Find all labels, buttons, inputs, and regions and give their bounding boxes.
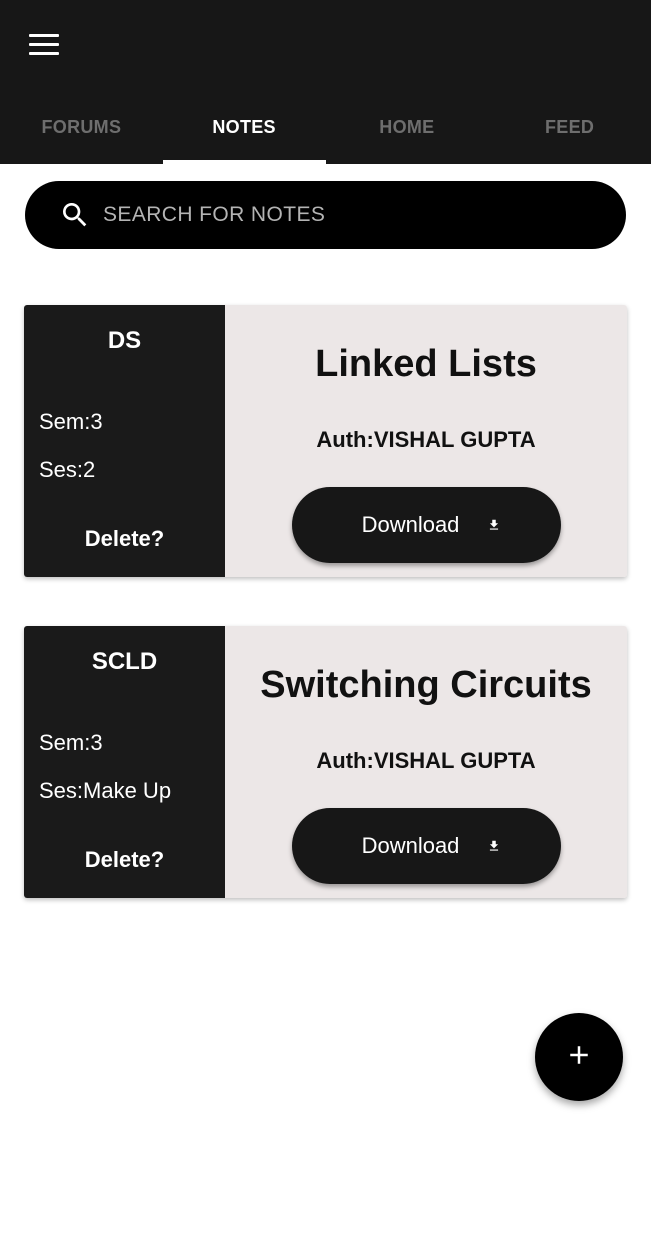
download-button-label: Download — [361, 512, 460, 537]
hamburger-menu-icon-bar — [29, 42, 59, 46]
download-button-label: Download — [361, 833, 460, 858]
note-card-main-panel: Linked Lists Auth:VISHAL GUPTA Download — [225, 305, 627, 577]
search-icon[interactable] — [59, 199, 91, 231]
note-subject: DS — [107, 327, 142, 354]
note-card-main-panel: Switching Circuits Auth:VISHAL GUPTA Dow… — [225, 626, 627, 898]
note-author: Auth:VISHAL GUPTA — [316, 748, 536, 773]
tab-bar: FORUMS NOTES HOME FEED — [0, 96, 651, 164]
note-card-info-panel: DS Sem:3 Ses:2 Delete? — [24, 305, 225, 577]
hamburger-menu-icon-bar — [29, 51, 59, 55]
note-title: Switching Circuits — [260, 664, 592, 706]
note-semester: Sem:3 — [39, 409, 103, 434]
note-author: Auth:VISHAL GUPTA — [316, 427, 536, 452]
tab-feed[interactable]: FEED — [488, 96, 651, 164]
app-bar: FORUMS NOTES HOME FEED — [0, 0, 651, 164]
menu-button[interactable] — [22, 26, 66, 62]
note-card-info-panel: SCLD Sem:3 Ses:Make Up Delete? — [24, 626, 225, 898]
tab-home[interactable]: HOME — [326, 96, 489, 164]
download-icon — [487, 518, 501, 532]
search-bar[interactable] — [25, 181, 626, 249]
note-title: Linked Lists — [315, 343, 537, 385]
tab-forums[interactable]: FORUMS — [0, 96, 163, 164]
note-session: Ses:Make Up — [39, 778, 172, 803]
note-card: DS Sem:3 Ses:2 Delete? Linked Lists Auth… — [24, 305, 627, 577]
delete-note-button[interactable]: Delete? — [24, 526, 225, 552]
note-session: Ses:2 — [39, 457, 96, 482]
hamburger-menu-icon — [29, 33, 59, 37]
download-button[interactable]: Download — [292, 808, 561, 884]
delete-note-button[interactable]: Delete? — [24, 847, 225, 873]
note-subject: SCLD — [91, 648, 158, 675]
note-semester: Sem:3 — [39, 730, 103, 755]
download-icon — [487, 839, 501, 853]
add-note-button[interactable] — [535, 1013, 623, 1101]
notes-screen: FORUMS NOTES HOME FEED DS Sem:3 Ses:2 De… — [0, 0, 651, 1236]
plus-icon — [564, 1040, 594, 1075]
tab-notes[interactable]: NOTES — [162, 96, 326, 164]
note-card: SCLD Sem:3 Ses:Make Up Delete? Switching… — [24, 626, 627, 898]
download-button[interactable]: Download — [292, 487, 561, 563]
search-input[interactable] — [101, 202, 585, 228]
